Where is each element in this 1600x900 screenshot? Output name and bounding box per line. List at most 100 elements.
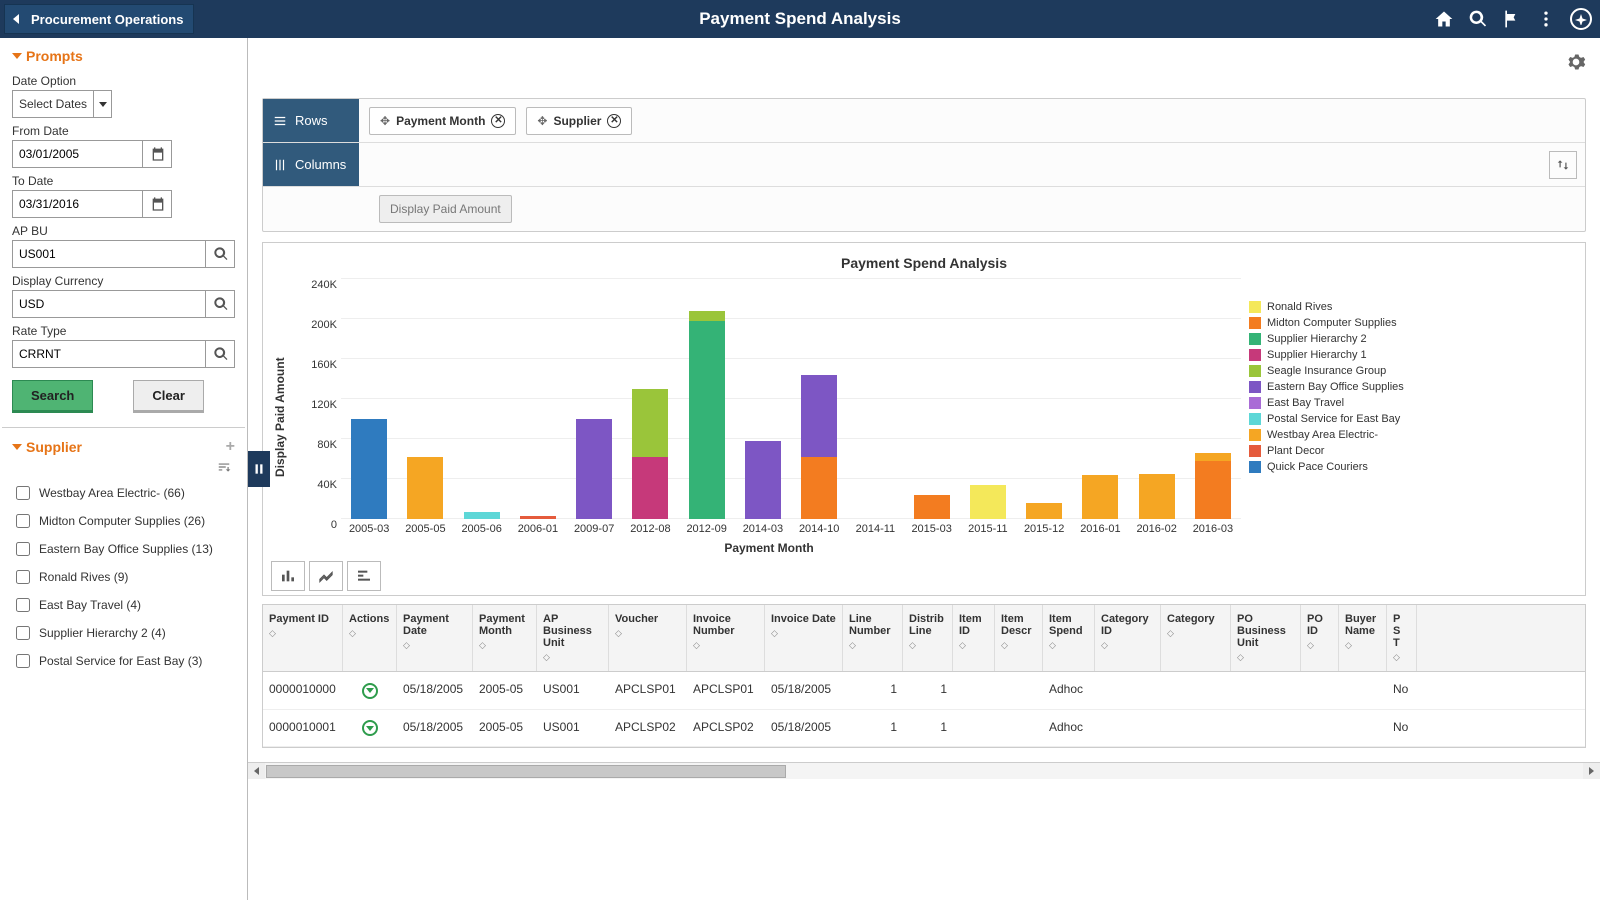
bar-segment[interactable] <box>801 375 837 457</box>
row-actions-icon[interactable] <box>362 720 378 736</box>
grid-column-header[interactable]: Invoice Date◇ <box>765 605 843 671</box>
grid-column-header[interactable]: Actions◇ <box>343 605 397 671</box>
supplier-checkbox[interactable] <box>16 598 30 612</box>
rate-type-input[interactable] <box>12 340 235 368</box>
rate-type-field[interactable] <box>12 340 235 368</box>
grid-column-header[interactable]: Item ID◇ <box>953 605 995 671</box>
compass-icon[interactable] <box>1570 8 1592 30</box>
grid-column-header[interactable]: Payment Date◇ <box>397 605 473 671</box>
bar-segment[interactable] <box>576 419 612 519</box>
gear-icon[interactable] <box>1566 52 1586 75</box>
calendar-icon[interactable] <box>142 140 172 168</box>
scroll-thumb[interactable] <box>266 765 786 778</box>
scroll-right-icon[interactable] <box>1583 763 1600 779</box>
bar-stack[interactable] <box>407 457 443 519</box>
breadcrumb-back-button[interactable]: Procurement Operations <box>4 4 194 34</box>
bar-stack[interactable] <box>689 311 725 519</box>
scroll-left-icon[interactable] <box>248 763 265 779</box>
display-currency-field[interactable] <box>12 290 235 318</box>
legend-item[interactable]: East Bay Travel <box>1249 395 1439 411</box>
bar-segment[interactable] <box>689 321 725 519</box>
pivot-chip-payment-month[interactable]: ✥ Payment Month ✕ <box>369 107 516 135</box>
bar-stack[interactable] <box>801 375 837 519</box>
grid-column-header[interactable]: Invoice Number◇ <box>687 605 765 671</box>
grid-column-header[interactable]: PO Business Unit◇ <box>1231 605 1301 671</box>
flag-icon[interactable] <box>1502 9 1522 29</box>
legend-item[interactable]: Westbay Area Electric- <box>1249 427 1439 443</box>
date-option-select[interactable]: Select Dates <box>12 90 112 118</box>
pivot-chip-supplier[interactable]: ✥ Supplier ✕ <box>526 107 632 135</box>
legend-item[interactable]: Postal Service for East Bay <box>1249 411 1439 427</box>
supplier-checkbox[interactable] <box>16 654 30 668</box>
bar-segment[interactable] <box>914 495 950 519</box>
bar-stack[interactable] <box>1082 475 1118 519</box>
bar-segment[interactable] <box>1139 474 1175 519</box>
supplier-checkbox[interactable] <box>16 542 30 556</box>
bar-segment[interactable] <box>632 457 668 519</box>
legend-item[interactable]: Supplier Hierarchy 2 <box>1249 331 1439 347</box>
bar-stack[interactable] <box>914 495 950 519</box>
bar-segment[interactable] <box>1082 475 1118 519</box>
grid-column-header[interactable]: AP Business Unit◇ <box>537 605 609 671</box>
supplier-filter-item[interactable]: Ronald Rives (9) <box>12 563 235 591</box>
supplier-filter-item[interactable]: East Bay Travel (4) <box>12 591 235 619</box>
grid-column-header[interactable]: Item Spend◇ <box>1043 605 1095 671</box>
from-date-field[interactable] <box>12 140 172 168</box>
bar-stack[interactable] <box>745 441 781 519</box>
bar-segment[interactable] <box>407 457 443 519</box>
grid-column-header[interactable]: P S T◇ <box>1387 605 1417 671</box>
bar-segment[interactable] <box>351 419 387 519</box>
row-actions-icon[interactable] <box>362 683 378 699</box>
bar-stack[interactable] <box>576 419 612 519</box>
bar-stack[interactable] <box>520 516 556 519</box>
grid-column-header[interactable]: Payment Month◇ <box>473 605 537 671</box>
supplier-checkbox[interactable] <box>16 626 30 640</box>
grid-column-header[interactable]: Line Number◇ <box>843 605 903 671</box>
legend-item[interactable]: Plant Decor <box>1249 443 1439 459</box>
prompts-panel-toggle[interactable]: Prompts <box>12 44 235 68</box>
horizontal-scrollbar[interactable] <box>248 762 1600 779</box>
legend-item[interactable]: Quick Pace Couriers <box>1249 459 1439 475</box>
supplier-checkbox[interactable] <box>16 486 30 500</box>
bar-segment[interactable] <box>689 311 725 321</box>
supplier-filter-item[interactable]: Westbay Area Electric- (66) <box>12 479 235 507</box>
bar-segment[interactable] <box>632 389 668 457</box>
main-content[interactable]: Rows ✥ Payment Month ✕ ✥ Supplier ✕ Colu… <box>248 38 1600 900</box>
supplier-checkbox[interactable] <box>16 514 30 528</box>
bar-segment[interactable] <box>745 441 781 519</box>
more-icon[interactable] <box>1536 9 1556 29</box>
grid-column-header[interactable]: Category◇ <box>1161 605 1231 671</box>
ap-bu-field[interactable] <box>12 240 235 268</box>
supplier-filter-item[interactable]: Midton Computer Supplies (26) <box>12 507 235 535</box>
sidebar[interactable]: Prompts Date Option Select Dates From Da… <box>0 38 248 900</box>
grid-column-header[interactable]: Voucher◇ <box>609 605 687 671</box>
horizontal-bar-icon[interactable] <box>347 561 381 591</box>
bar-segment[interactable] <box>801 457 837 519</box>
sort-suppliers-icon[interactable] <box>12 460 235 477</box>
supplier-panel-toggle[interactable]: Supplier + <box>12 434 235 460</box>
legend-item[interactable]: Seagle Insurance Group <box>1249 363 1439 379</box>
lookup-icon[interactable] <box>205 290 235 318</box>
clear-button[interactable]: Clear <box>133 380 204 411</box>
supplier-filter-item[interactable]: Eastern Bay Office Supplies (13) <box>12 535 235 563</box>
grid-column-header[interactable]: Distrib Line◇ <box>903 605 953 671</box>
bar-stack[interactable] <box>1139 474 1175 519</box>
table-row[interactable]: 000001000005/18/20052005-05US001APCLSP01… <box>263 672 1585 710</box>
legend-item[interactable]: Ronald Rives <box>1249 299 1439 315</box>
home-icon[interactable] <box>1434 9 1454 29</box>
remove-chip-icon[interactable]: ✕ <box>607 114 621 128</box>
bar-stack[interactable] <box>1195 453 1231 519</box>
pivot-chip-measure[interactable]: Display Paid Amount <box>379 195 512 223</box>
bar-segment[interactable] <box>970 485 1006 519</box>
search-button[interactable]: Search <box>12 380 93 411</box>
grid-column-header[interactable]: Item Descr◇ <box>995 605 1043 671</box>
sidebar-collapse-handle[interactable] <box>248 451 270 487</box>
calendar-icon[interactable] <box>142 190 172 218</box>
line-chart-icon[interactable] <box>309 561 343 591</box>
bar-segment[interactable] <box>1026 503 1062 519</box>
display-currency-input[interactable] <box>12 290 235 318</box>
lookup-icon[interactable] <box>205 240 235 268</box>
supplier-filter-item[interactable]: Supplier Hierarchy 2 (4) <box>12 619 235 647</box>
swap-axes-button[interactable] <box>1549 151 1577 179</box>
bar-segment[interactable] <box>1195 461 1231 519</box>
